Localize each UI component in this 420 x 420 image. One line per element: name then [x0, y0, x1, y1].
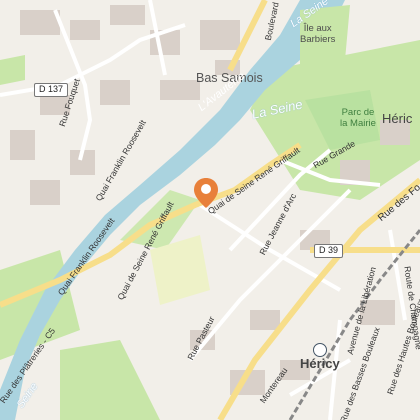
road-shield-d39: D 39 [314, 244, 344, 258]
place-label-hericy: Héricy [300, 356, 340, 371]
train-station-icon [313, 343, 327, 357]
location-pin-shape [194, 178, 218, 208]
place-label-parc-de-la-mairie: Parc de la Mairie [340, 107, 376, 129]
road-shield-d137: D 137 [34, 83, 69, 97]
place-label-ile-aux-barbiers: Île aux Barbiers [300, 23, 336, 45]
place-label-hericy-top: Héric [382, 111, 413, 126]
map-view[interactable]: Bas Samois Héric Héricy Île aux Barbiers… [0, 0, 420, 420]
green-strip [0, 55, 25, 85]
park-area-bottom [60, 340, 160, 420]
location-pin-icon[interactable] [194, 178, 218, 208]
